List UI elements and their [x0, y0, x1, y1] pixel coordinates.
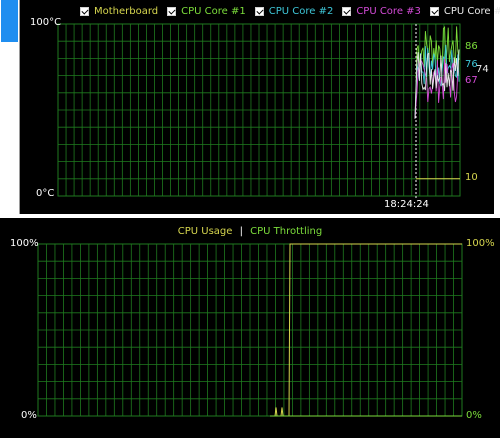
current-value-core3: 67 — [465, 75, 478, 86]
bottom-y-min-left: 0% — [21, 410, 37, 421]
legend-cpu-core-1[interactable]: CPU Core #1 — [167, 6, 246, 17]
time-cursor-label: 18:24:24 — [384, 199, 429, 210]
window-edge — [494, 0, 500, 216]
legend-cpu-throttling[interactable]: CPU Throttling — [250, 226, 322, 237]
legend-label: CPU Core #4 — [443, 5, 500, 17]
y-axis-min-label: 0°C — [36, 188, 55, 199]
y-axis-max-label: 100°C — [30, 17, 62, 28]
legend-motherboard[interactable]: Motherboard — [80, 6, 158, 17]
panel-divider[interactable] — [0, 214, 500, 218]
legend-cpu-core-3[interactable]: CPU Core #3 — [342, 6, 421, 17]
charts-canvas — [37, 23, 463, 417]
legend-separator: | — [239, 226, 243, 237]
top-chart-grid — [57, 23, 461, 200]
vertical-scrollbar[interactable] — [0, 0, 20, 216]
legend-cpu-core-4[interactable]: CPU Core #4 — [429, 5, 500, 17]
scrollbar-thumb[interactable] — [1, 0, 18, 42]
checkbox-checked-icon[interactable] — [254, 6, 264, 16]
legend-label: CPU Core #1 — [181, 5, 246, 17]
bottom-y-min-right: 0% — [466, 410, 482, 421]
cpu-legend: CPU Usage | CPU Throttling — [0, 226, 500, 237]
bottom-y-max-left: 100% — [10, 238, 39, 249]
legend-label: CPU Core #2 — [268, 5, 334, 17]
top-chart-series — [414, 25, 460, 180]
current-value-core1: 86 — [465, 41, 478, 52]
legend-label: CPU Core #3 — [356, 5, 421, 17]
bottom-y-max-right: 100% — [466, 238, 495, 249]
checkbox-checked-icon[interactable] — [167, 6, 177, 16]
legend-label: Motherboard — [94, 5, 159, 17]
current-value-motherboard: 10 — [465, 172, 478, 183]
bottom-chart-grid — [37, 243, 463, 417]
checkbox-checked-icon[interactable] — [80, 6, 89, 16]
legend-cpu-usage[interactable]: CPU Usage — [178, 226, 233, 237]
hardware-monitor-window: Motherboard CPU Core #1 CPU Core #2 CPU … — [0, 0, 500, 438]
checkbox-checked-icon[interactable] — [342, 6, 352, 16]
legend-cpu-core-2[interactable]: CPU Core #2 — [254, 5, 334, 17]
checkbox-checked-icon[interactable] — [429, 6, 439, 16]
current-value-core4: 74 — [476, 64, 489, 75]
temperature-legend: Motherboard CPU Core #1 CPU Core #2 CPU … — [80, 3, 500, 19]
